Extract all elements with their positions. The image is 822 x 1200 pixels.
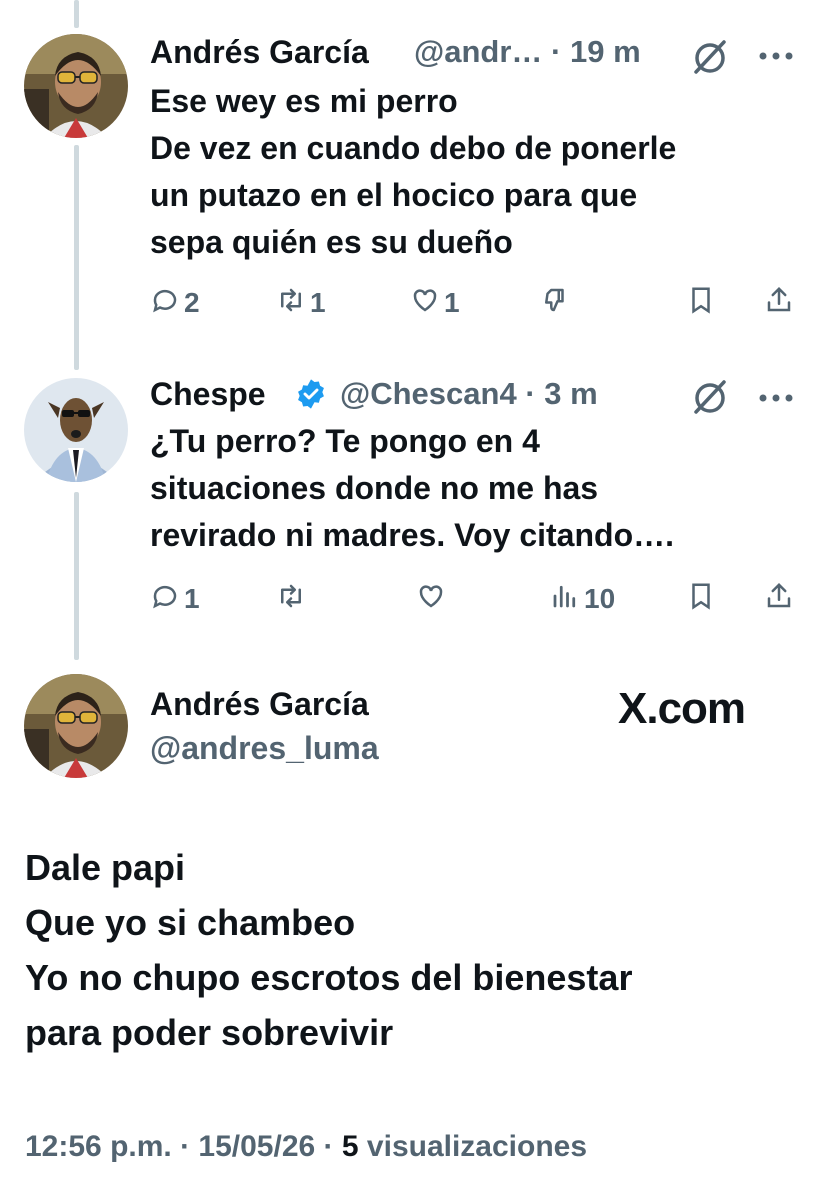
grok-slash-icon[interactable] xyxy=(690,36,730,81)
tweet-meta: @Chescan4 · 3 m xyxy=(340,376,598,412)
bookmark-button[interactable] xyxy=(686,285,716,320)
bookmark-icon xyxy=(686,285,716,320)
author-name[interactable]: Andrés García xyxy=(150,686,369,722)
bookmark-button[interactable] xyxy=(686,581,716,616)
timestamp[interactable]: 19 m xyxy=(570,34,641,69)
views-count: 10 xyxy=(584,582,616,614)
bookmark-icon xyxy=(686,581,716,616)
author-handle[interactable]: @andr… xyxy=(414,34,542,69)
verified-icon xyxy=(295,378,327,415)
separator: · xyxy=(323,1130,334,1163)
separator: · xyxy=(551,34,562,69)
views-label: visualizaciones xyxy=(366,1130,588,1163)
share-button[interactable] xyxy=(764,285,794,320)
like-icon xyxy=(410,285,440,320)
author-name[interactable]: Andrés García xyxy=(150,34,369,70)
like-button[interactable] xyxy=(416,581,446,616)
share-icon xyxy=(764,581,794,616)
post-date[interactable]: 15/05/26 xyxy=(198,1130,315,1163)
avatar[interactable] xyxy=(24,674,128,778)
retweet-icon xyxy=(276,285,306,320)
reply-icon xyxy=(150,581,180,616)
main-tweet-text: Dale papi Que yo si chambeo Yo no chupo … xyxy=(25,847,633,1053)
views-icon xyxy=(550,581,580,616)
views-count: 5 xyxy=(341,1130,359,1163)
tweet-footer: 12:56 p.m. · 15/05/26 · 5 visualizacione… xyxy=(25,1130,587,1164)
views-button[interactable]: 10 xyxy=(550,581,615,616)
dislike-icon xyxy=(540,285,570,320)
retweet-count: 1 xyxy=(310,286,326,318)
retweet-button[interactable] xyxy=(276,581,306,616)
like-count: 1 xyxy=(444,286,460,318)
dislike-button[interactable] xyxy=(540,285,570,320)
thread-line-2 xyxy=(74,492,79,660)
like-button[interactable]: 1 xyxy=(410,285,460,320)
author-handle[interactable]: @andres_luma xyxy=(150,730,379,766)
more-icon[interactable] xyxy=(758,390,794,408)
reply-count: 1 xyxy=(184,582,200,614)
brand-logo: X.com xyxy=(618,684,746,733)
tweet-meta: @andr… · 19 m xyxy=(414,34,641,70)
post-time[interactable]: 12:56 p.m. xyxy=(25,1130,172,1163)
author-handle[interactable]: @Chescan4 xyxy=(340,376,517,411)
thread-line-1 xyxy=(74,145,79,370)
retweet-button[interactable]: 1 xyxy=(276,285,326,320)
separator: · xyxy=(180,1130,191,1163)
thread-line-top xyxy=(74,0,79,28)
reply-button[interactable]: 2 xyxy=(150,285,200,320)
timestamp[interactable]: 3 m xyxy=(544,376,597,411)
reply-count: 2 xyxy=(184,286,200,318)
like-icon xyxy=(416,581,446,616)
retweet-icon xyxy=(276,581,306,616)
separator: · xyxy=(525,376,536,411)
reply-button[interactable]: 1 xyxy=(150,581,200,616)
grok-slash-icon[interactable] xyxy=(690,376,730,421)
avatar[interactable] xyxy=(24,34,128,138)
tweet-text: ¿Tu perro? Te pongo en 4 situaciones don… xyxy=(150,423,674,553)
share-button[interactable] xyxy=(764,581,794,616)
avatar[interactable] xyxy=(24,378,128,482)
tweet-text: Ese wey es mi perro De vez en cuando deb… xyxy=(150,83,677,260)
share-icon xyxy=(764,285,794,320)
more-icon[interactable] xyxy=(758,48,794,66)
reply-icon xyxy=(150,285,180,320)
author-name[interactable]: Chespe xyxy=(150,376,266,412)
